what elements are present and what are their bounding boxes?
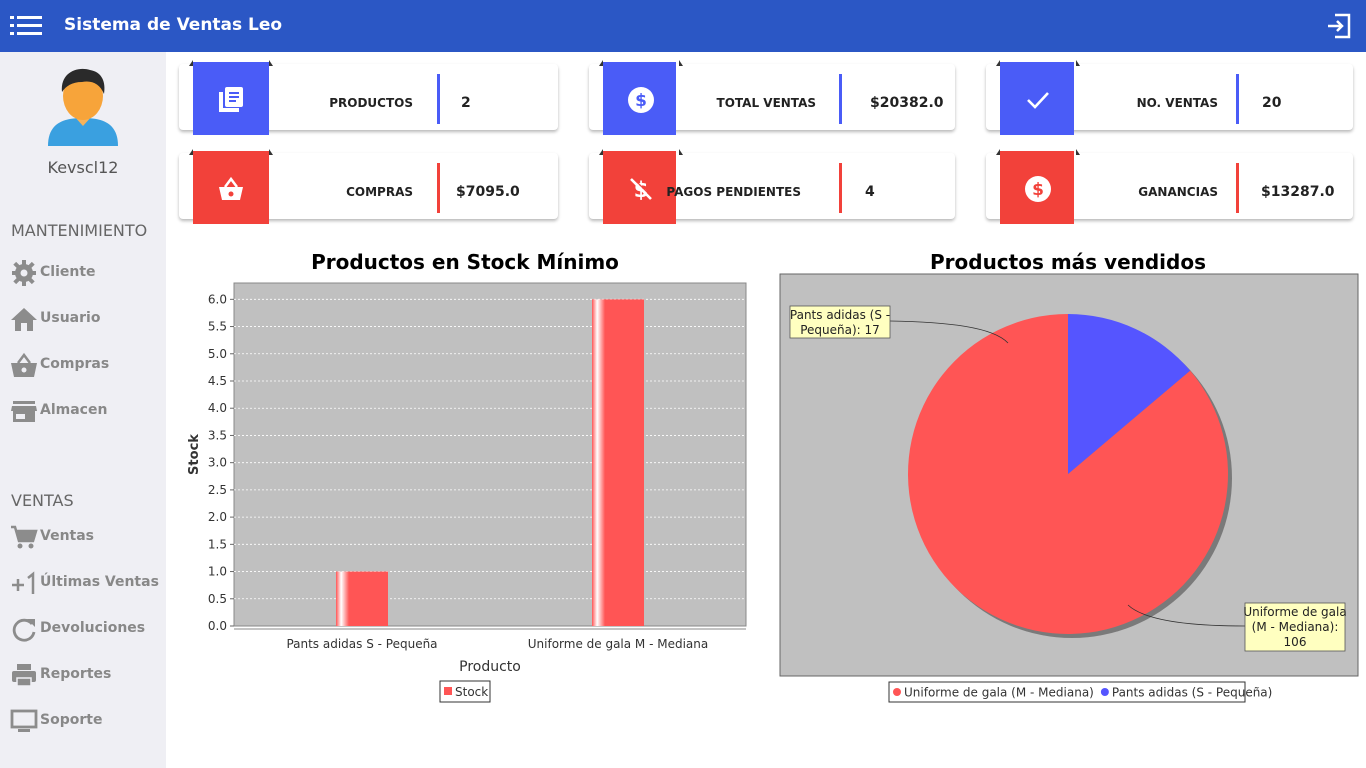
card-label: NO. VENTAS (1136, 96, 1218, 110)
legend-label: Stock (455, 685, 488, 699)
pie-chart-title: Productos más vendidos (929, 250, 1206, 274)
legend-swatch (893, 688, 901, 696)
username: Kevscl12 (47, 158, 119, 177)
bar-chart: 0.0 0.5 1.0 1.5 2.0 2.5 3.0 3.5 4.0 4.5 5.0 5.5 6.0 P… (187, 282, 747, 703)
pie-chart: Pants adidas (S -Pequeña): 17 Uniforme de… (779, 273, 1359, 703)
y-tick-label: 6.0 (208, 292, 227, 306)
menu-icon[interactable] (10, 12, 42, 40)
y-tick-label: 4.5 (208, 374, 227, 388)
monitor-icon (10, 709, 38, 732)
sidebar-item-reportes[interactable]: Reportes (10, 658, 160, 690)
app-title: Sistema de Ventas Leo (64, 15, 283, 35)
card-pagos-pendientes: $ PAGOS PENDIENTES 4 (589, 149, 955, 224)
pie-label-text: Uniforme de gala (1243, 605, 1346, 619)
sidebar-item-soporte[interactable]: Soporte (10, 704, 160, 736)
sidebar-item-label: Devoluciones (40, 620, 146, 636)
section-title-ventas: VENTAS (11, 491, 74, 510)
sidebar-item-label: Cliente (40, 264, 96, 280)
check-icon (1027, 92, 1049, 109)
refresh-icon (12, 618, 36, 642)
card-no-ventas: NO. VENTAS 20 (986, 60, 1353, 135)
card-label: PAGOS PENDIENTES (666, 185, 801, 199)
sidebar-item-usuario[interactable]: Usuario (10, 302, 160, 334)
cart-icon (11, 525, 38, 549)
home-icon (11, 308, 37, 331)
svg-text:$: $ (635, 91, 647, 111)
legend-swatch (444, 687, 452, 695)
pie-label-text: Pequeña): 17 (800, 323, 880, 337)
basket-icon (11, 352, 37, 377)
legend-label: Pants adidas (S - Pequeña) (1112, 686, 1272, 700)
pie-label-text: 106 (1284, 635, 1307, 649)
basket-icon (219, 176, 243, 200)
sidebar-item-compras[interactable]: Compras (10, 348, 160, 380)
sidebar: Kevscl12 MANTENIMIENTO Cliente Usuario C… (0, 52, 166, 768)
dollar-icon: $ (628, 87, 654, 113)
sidebar-item-almacen[interactable]: Almacen (10, 394, 160, 426)
x-axis-label: Producto (459, 659, 521, 675)
svg-text:$: $ (1032, 180, 1044, 200)
logout-icon[interactable] (1325, 12, 1353, 40)
sidebar-item-label: Reportes (40, 666, 112, 682)
y-tick-label: 0.0 (208, 619, 227, 633)
sidebar-item-label: Compras (40, 356, 110, 372)
y-tick-label: 1.0 (208, 565, 227, 579)
dollar-icon: $ (1025, 176, 1051, 202)
legend-swatch (1100, 688, 1109, 696)
card-value: 20 (1262, 95, 1282, 111)
no-dollar-icon: $ (630, 177, 653, 202)
sidebar-item-label: Ventas (40, 528, 95, 544)
y-tick-label: 5.5 (208, 320, 227, 334)
card-label: TOTAL VENTAS (716, 96, 816, 110)
sidebar-item-cliente[interactable]: Cliente (10, 256, 160, 288)
y-tick-label: 0.5 (208, 592, 227, 606)
card-value: $13287.0 (1261, 184, 1335, 200)
gear-icon (12, 260, 36, 286)
y-tick-label: 5.0 (208, 347, 227, 361)
card-label: COMPRAS (346, 185, 413, 199)
card-value: $7095.0 (456, 184, 520, 200)
y-tick-label: 1.5 (208, 537, 227, 551)
card-productos: PRODUCTOS 2 (179, 60, 558, 135)
section-title-mantenimiento: MANTENIMIENTO (11, 221, 148, 240)
y-tick-label: 3.0 (208, 456, 227, 470)
sidebar-item-ultimas-ventas[interactable]: Últimas Ventas (10, 566, 160, 598)
x-tick-label: Uniforme de gala M - Mediana (528, 637, 709, 651)
y-tick-label: 2.5 (208, 483, 227, 497)
card-label: GANANCIAS (1138, 185, 1218, 199)
y-axis-label: Stock (187, 434, 202, 475)
pie-label-text: Pants adidas (S - (790, 308, 890, 322)
bar-chart-title: Productos en Stock Mínimo (311, 250, 619, 274)
bar (592, 299, 644, 626)
y-tick-label: 4.0 (208, 401, 227, 415)
printer-icon (12, 664, 36, 687)
sidebar-item-devoluciones[interactable]: Devoluciones (10, 612, 160, 644)
card-value: $20382.0 (870, 95, 944, 111)
y-tick-label: 2.0 (208, 510, 227, 524)
card-ganancias: $ GANANCIAS $13287.0 (986, 149, 1353, 224)
book-icon (219, 87, 243, 112)
bar (336, 571, 388, 626)
pie-label-text: (M - Mediana): (1252, 620, 1339, 634)
avatar (48, 68, 118, 146)
sidebar-item-label: Soporte (40, 712, 103, 728)
sidebar-item-label: Almacen (40, 402, 108, 418)
card-total-ventas: $ TOTAL VENTAS $20382.0 (589, 60, 955, 135)
y-tick-label: 3.5 (208, 428, 227, 442)
legend-label: Uniforme de gala (M - Mediana) (904, 686, 1094, 700)
plus-one-icon (12, 571, 35, 594)
card-value: 4 (865, 184, 875, 200)
card-value: 2 (461, 95, 471, 111)
sidebar-item-label: Usuario (40, 310, 101, 326)
sidebar-item-ventas[interactable]: Ventas (10, 520, 160, 552)
sidebar-item-label: Últimas Ventas (40, 574, 159, 590)
card-compras: COMPRAS $7095.0 (179, 149, 558, 224)
bar-plot-area (233, 282, 747, 627)
store-icon (11, 401, 37, 422)
top-bar: Sistema de Ventas Leo (0, 0, 1366, 52)
card-label: PRODUCTOS (329, 96, 413, 110)
x-tick-label: Pants adidas S - Pequeña (286, 637, 437, 651)
